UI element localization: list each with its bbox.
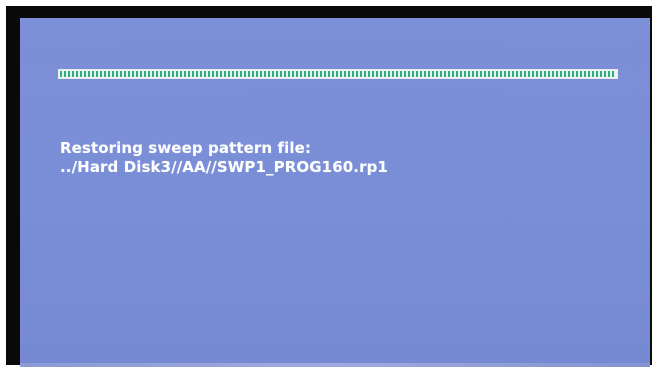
monitor-bezel: Restoring sweep pattern file: ../Hard Di… [0, 0, 658, 371]
status-line-title: Restoring sweep pattern file: [60, 139, 311, 157]
monitor-frame: Restoring sweep pattern file: ../Hard Di… [6, 6, 652, 367]
restore-progress-fill [60, 71, 616, 77]
status-line-file-path: ../Hard Disk3//AA//SWP1_PROG160.rp1 [60, 158, 388, 176]
status-message: Restoring sweep pattern file: ../Hard Di… [60, 139, 620, 177]
display-screen: Restoring sweep pattern file: ../Hard Di… [20, 18, 650, 367]
restore-progress-bar [58, 69, 618, 79]
